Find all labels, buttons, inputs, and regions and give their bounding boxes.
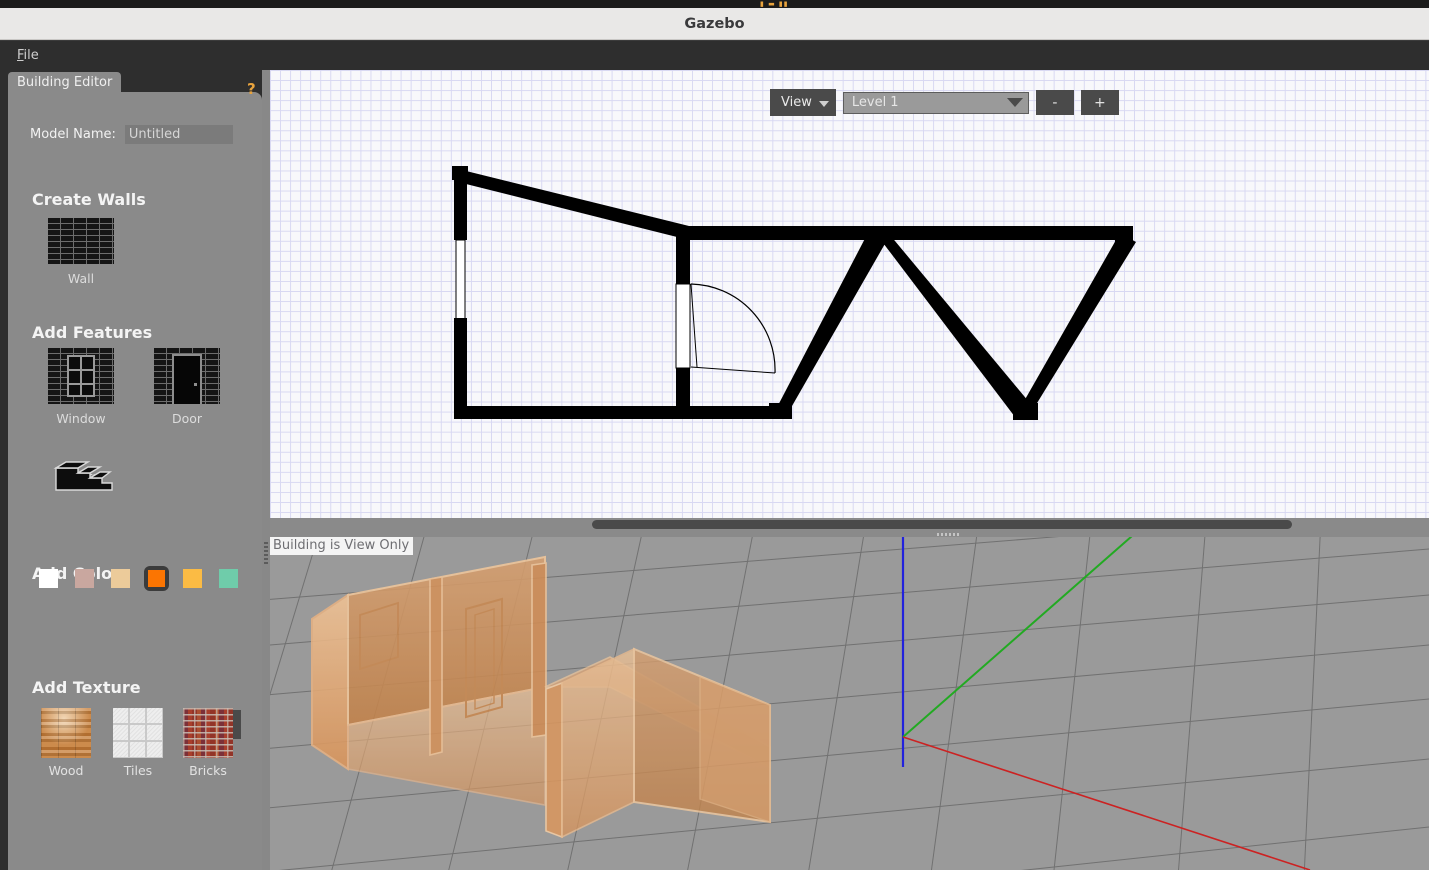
render-3d-scene (270, 537, 1429, 870)
floorplan-hscrollbar-thumb[interactable] (592, 520, 1292, 529)
palette-item-window[interactable]: Window (48, 348, 114, 426)
texture-label-bricks: Bricks (189, 763, 227, 778)
floorplan-hscrollbar-track[interactable] (270, 518, 1429, 531)
section-title-create-walls: Create Walls (32, 190, 146, 209)
zoom-in-button[interactable]: + (1080, 90, 1119, 115)
window-icon (48, 348, 114, 404)
texture-item-tiles[interactable]: Tiles (113, 708, 163, 778)
status-badge-view-only: Building is View Only (270, 537, 414, 555)
dock-tab-row: Building Editor (0, 70, 262, 94)
dock-body: Model Name: Create Walls Wall Add Featur… (8, 92, 262, 870)
stairs-icon (53, 461, 113, 491)
model-name-label: Model Name: (30, 127, 116, 142)
floorplan-drawing (452, 166, 1136, 420)
window-icon-frame (67, 355, 95, 397)
section-title-add-features: Add Features (32, 323, 153, 342)
door-icon-knob (194, 383, 197, 386)
bricks-texture-icon (183, 708, 233, 758)
top-strip-glyphs: ▮ ▬ ▮▮ (760, 0, 789, 8)
floorplan-toolbar: View Level 1 - + (770, 89, 1119, 116)
help-question-mark-icon[interactable]: ? (247, 80, 256, 98)
menu-item-file[interactable]: File (14, 47, 42, 64)
window-icon-mullion (69, 383, 93, 385)
wood-texture-icon (41, 708, 91, 758)
palette-item-door[interactable]: Door (154, 348, 220, 426)
horizontal-splitter-grip (937, 533, 961, 536)
menu-item-file-rest: ile (23, 48, 39, 63)
door-icon-panel (172, 354, 202, 404)
model-name-input[interactable] (124, 125, 233, 144)
view-dropdown-label: View (781, 95, 812, 110)
texture-item-bricks[interactable]: Bricks (183, 708, 233, 778)
menu-bar: File (0, 41, 1429, 70)
color-swatch-mint[interactable] (216, 566, 241, 591)
color-swatch-chip-orange (148, 570, 165, 587)
building-editor-dock: Building Editor Model Name: Create Walls… (0, 70, 262, 870)
wall-corner-cap (1115, 226, 1133, 240)
chevron-down-icon (818, 101, 829, 107)
texture-label-tiles: Tiles (123, 763, 153, 778)
vertical-splitter[interactable] (262, 70, 270, 870)
tiles-texture-icon (113, 708, 163, 758)
color-swatch-white[interactable] (36, 566, 61, 591)
texture-item-wood[interactable]: Wood (41, 708, 91, 778)
door-icon (154, 348, 220, 404)
zoom-out-button[interactable]: - (1035, 90, 1074, 115)
vertical-splitter-grip (264, 542, 268, 566)
title-bar: Gazebo (0, 8, 1429, 40)
palette-label-wall: Wall (67, 271, 95, 286)
palette-label-door: Door (171, 411, 203, 426)
color-swatch-amber[interactable] (180, 566, 205, 591)
palette-label-window: Window (56, 411, 106, 426)
floorplan-2d-canvas[interactable]: View Level 1 - + (270, 70, 1429, 518)
level-select[interactable]: Level 1 (842, 91, 1029, 114)
level-select-value: Level 1 (851, 95, 899, 110)
color-swatch-orange[interactable] (144, 566, 169, 591)
color-swatch-rose[interactable] (72, 566, 97, 591)
section-title-add-texture: Add Texture (32, 678, 141, 697)
color-swatch-chip-rose (75, 569, 94, 588)
color-swatch-chip-amber (183, 569, 202, 588)
window-title: Gazebo (684, 15, 745, 32)
model-name-row: Model Name: (30, 125, 233, 144)
palette-item-stairs[interactable]: Stairs (48, 456, 114, 491)
render-3d-viewport[interactable]: Building is View Only (270, 537, 1429, 870)
palette-item-wall[interactable]: Wall (48, 218, 114, 286)
combo-chevron-down-icon (1006, 98, 1023, 107)
color-swatch-tan[interactable] (108, 566, 133, 591)
window-top-strip: ▮ ▬ ▮▮ (0, 0, 1429, 8)
color-swatch-row (36, 566, 241, 591)
floorplan-zigzag-walls (769, 227, 1136, 420)
brick-wall-icon (48, 218, 114, 264)
color-swatch-chip-tan (111, 569, 130, 588)
color-swatch-chip-white (39, 569, 58, 588)
gazebo-window: ▮ ▬ ▮▮ Gazebo File Building Editor Model… (0, 0, 1429, 870)
texture-label-wood: Wood (48, 763, 84, 778)
door-opening (675, 283, 776, 374)
view-dropdown-button[interactable]: View (770, 89, 836, 116)
color-swatch-chip-mint (219, 569, 238, 588)
tab-building-editor[interactable]: Building Editor (8, 72, 122, 94)
